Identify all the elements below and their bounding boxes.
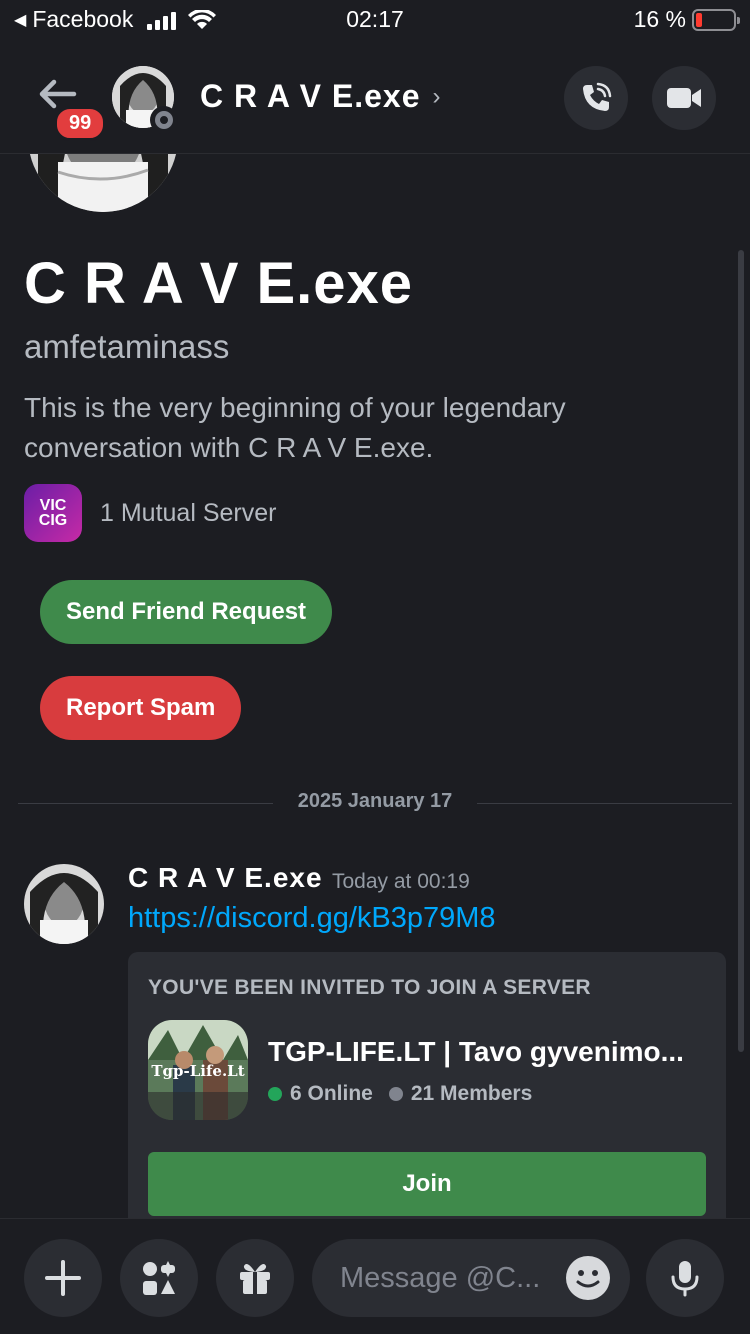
attach-button[interactable] [24, 1239, 102, 1317]
mutual-server-icon-line1: VIC [39, 497, 67, 514]
message-input-container[interactable] [312, 1239, 630, 1317]
mutual-server-icon: VIC CIG [24, 484, 82, 542]
chat-title[interactable]: C R A V E.exe › [200, 78, 441, 115]
online-dot-icon [268, 1087, 282, 1101]
profile-avatar[interactable] [28, 154, 178, 212]
invite-server-name: TGP-LIFE.LT | Tavo gyvenimo... [268, 1036, 684, 1067]
profile-display-name: C R A V E.exe [24, 251, 414, 316]
gift-button[interactable] [216, 1239, 294, 1317]
invite-link[interactable]: https://discord.gg/kB3p79M8 [128, 902, 496, 935]
profile-username: amfetaminass [24, 328, 230, 365]
voice-call-button[interactable] [564, 66, 628, 130]
microphone-icon [671, 1261, 699, 1297]
video-camera-icon [667, 88, 701, 108]
chat-header: 99 C R A V E.exe › [0, 40, 750, 154]
gift-icon [240, 1264, 270, 1294]
status-battery-group: 16 % [633, 6, 740, 33]
message-author[interactable]: C R A V E.exe [128, 862, 323, 894]
invite-stats: 6 Online 21 Members [268, 1082, 532, 1106]
offline-status-icon [150, 106, 178, 134]
invite-online-count: 6 Online [290, 1082, 373, 1105]
send-friend-request-button[interactable]: Send Friend Request [40, 580, 333, 644]
phone-icon [583, 82, 612, 111]
invite-member-count: 21 Members [410, 1082, 533, 1105]
message-timestamp: Today at 00:19 [332, 870, 470, 893]
mutual-servers[interactable]: VIC CIG 1 Mutual Server [24, 484, 276, 542]
chat-title-text: C R A V E.exe [200, 78, 421, 114]
invite-server-icon[interactable]: Tgp-Life.Lt [148, 1020, 248, 1120]
chevron-right-icon: › [432, 82, 442, 110]
composer-bar [0, 1218, 750, 1334]
join-server-button[interactable]: Join [148, 1152, 706, 1216]
plus-icon [45, 1260, 81, 1296]
message-avatar[interactable] [24, 864, 104, 944]
mutual-servers-label: 1 Mutual Server [100, 498, 277, 527]
apps-icon [143, 1261, 176, 1295]
mutual-server-icon-line2: CIG [38, 512, 68, 529]
server-invite-card: YOU'VE BEEN INVITED TO JOIN A SERVER Tgp… [128, 952, 726, 1218]
date-divider-label: 2025 January 17 [297, 790, 453, 812]
status-bar: ◀ Facebook 02:17 16 % [0, 0, 750, 40]
battery-icon [692, 8, 740, 31]
unread-badge: 99 [54, 106, 107, 141]
video-call-button[interactable] [652, 66, 716, 130]
apps-button[interactable] [120, 1239, 198, 1317]
chat-content: C R A V E.exe amfetaminass This is the v… [0, 154, 750, 1218]
report-spam-button[interactable]: Report Spam [40, 676, 242, 740]
emoji-icon[interactable] [566, 1256, 610, 1300]
battery-percent: 16 % [633, 6, 686, 32]
conversation-intro: This is the very beginning of your legen… [24, 392, 566, 463]
invite-server-icon-text: Tgp-Life.Lt [151, 1062, 245, 1080]
invite-label: YOU'VE BEEN INVITED TO JOIN A SERVER [148, 976, 591, 999]
members-dot-icon [388, 1087, 403, 1101]
scrollbar[interactable] [738, 250, 744, 1052]
voice-message-button[interactable] [646, 1239, 724, 1317]
message-input[interactable] [340, 1261, 550, 1295]
